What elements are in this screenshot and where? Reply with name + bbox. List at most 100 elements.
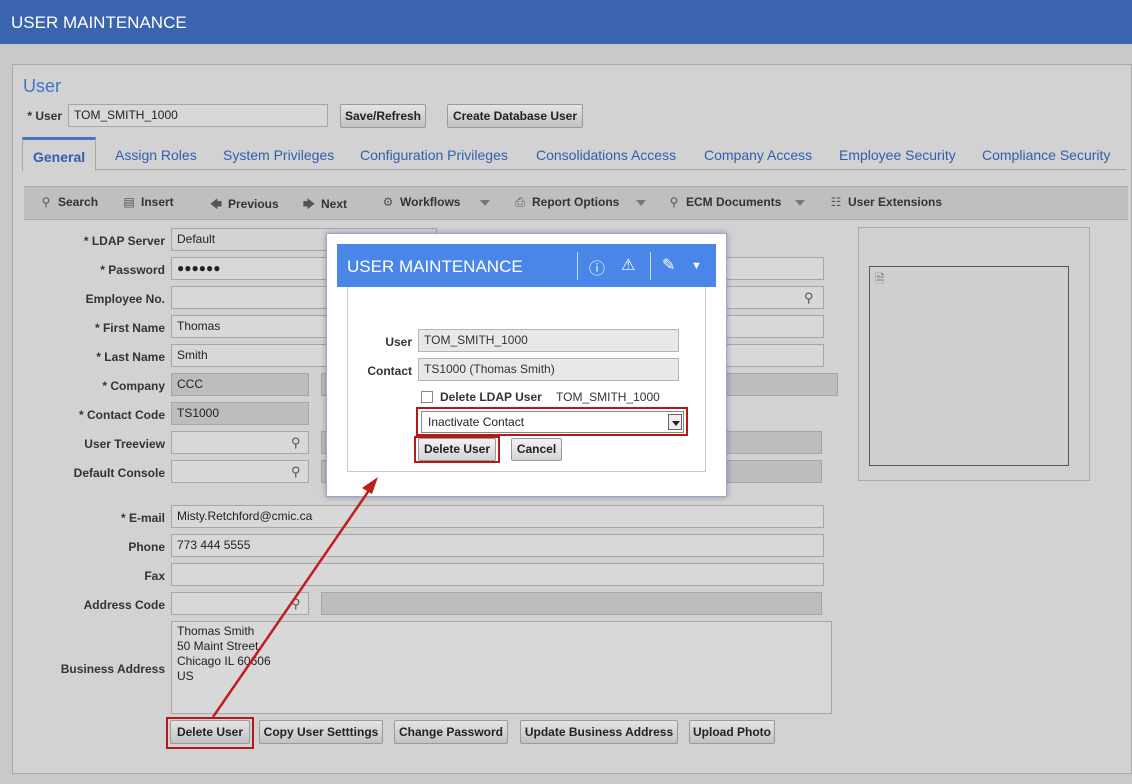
address-code-label: Address Code [83, 598, 165, 612]
default-console-field[interactable] [171, 460, 309, 483]
tab-employee-security[interactable]: Employee Security [839, 147, 956, 163]
employee-search-icon[interactable]: ⚲ [804, 290, 814, 306]
dialog-header-separator [577, 252, 578, 280]
workflows-dropdown-icon[interactable] [480, 200, 490, 206]
toolbar-search[interactable]: ⚲ Search [38, 195, 98, 209]
dialog-header-separator [650, 252, 651, 280]
toolbar-ecm-documents[interactable]: ⚲ ECM Documents [666, 195, 782, 209]
save-refresh-button[interactable]: Save/Refresh [340, 104, 426, 128]
business-address-label: Business Address [60, 662, 165, 676]
last-name-label: * Last Name [96, 350, 165, 364]
delete-ldap-user-checkbox[interactable] [421, 391, 433, 403]
toolbar-workflows[interactable]: ⚙ Workflows [380, 195, 461, 209]
first-name-label: * First Name [94, 321, 165, 335]
update-business-address-button[interactable]: Update Business Address [520, 720, 678, 744]
tab-general[interactable]: General [22, 137, 97, 171]
user-label: * User [27, 109, 62, 123]
fax-field[interactable] [171, 563, 824, 586]
ecm-icon: ⚲ [669, 195, 679, 209]
email-field[interactable]: Misty.Retchford@cmic.ca [171, 505, 824, 528]
toolbar-next-label: Next [321, 197, 348, 211]
toolbar-ecm-documents-label: ECM Documents [686, 195, 782, 209]
contact-code-label: * Contact Code [78, 408, 165, 422]
employee-no-label: Employee No. [85, 292, 165, 306]
ecm-dropdown-icon[interactable] [795, 200, 805, 206]
toolbar-user-extensions[interactable]: ☷ User Extensions [828, 195, 942, 209]
create-database-user-button[interactable]: Create Database User [447, 104, 583, 128]
delete-ldap-user-value: TOM_SMITH_1000 [556, 390, 660, 404]
toolbar-insert[interactable]: ▤ Insert [121, 195, 173, 209]
arrow-right-icon: 🡆 [302, 197, 316, 211]
user-treeview-search-icon[interactable]: ⚲ [291, 435, 301, 451]
address-code-field[interactable] [171, 592, 309, 615]
user-field[interactable]: TOM_SMITH_1000 [68, 104, 328, 127]
dialog-header: USER MAINTENANCE [337, 244, 716, 287]
upload-photo-button[interactable]: Upload Photo [689, 720, 775, 744]
address-line: Chicago IL 60606 [177, 654, 271, 668]
password-label: * Password [100, 263, 165, 277]
address-code-search-icon[interactable]: ⚲ [291, 596, 301, 612]
contact-action-select[interactable]: Inactivate Contact [421, 411, 684, 433]
contact-code-field[interactable]: TS1000 [171, 402, 309, 425]
app-title-bar: USER MAINTENANCE [0, 0, 1132, 44]
arrow-left-icon: 🡄 [209, 197, 223, 211]
toolbar-previous-label: Previous [228, 197, 279, 211]
delete-user-button[interactable]: Delete User [170, 720, 250, 744]
address-line: 50 Maint Street [177, 639, 259, 653]
tab-configuration-privileges[interactable]: Configuration Privileges [360, 147, 508, 163]
toolbar-workflows-label: Workflows [400, 195, 461, 209]
app-title: USER MAINTENANCE [11, 13, 187, 32]
toolbar-report-options[interactable]: ⎙ Report Options [512, 195, 619, 210]
delete-ldap-user-label: Delete LDAP User [440, 390, 542, 404]
user-photo: 🗎 [869, 266, 1069, 466]
toolbar-search-label: Search [58, 195, 99, 209]
dialog-title: USER MAINTENANCE [347, 257, 523, 276]
dialog-user-label: User [385, 335, 412, 349]
toolbar-user-extensions-label: User Extensions [848, 195, 943, 209]
dialog-cancel-button[interactable]: Cancel [511, 438, 562, 461]
dialog-contact-field[interactable]: TS1000 (Thomas Smith) [418, 358, 679, 381]
toolbar-previous[interactable]: 🡄 Previous [208, 195, 279, 216]
search-icon: ⚲ [41, 195, 51, 209]
tab-system-privileges[interactable]: System Privileges [223, 147, 334, 163]
change-password-button[interactable]: Change Password [394, 720, 508, 744]
warning-icon[interactable]: ⚠ [621, 255, 635, 275]
user-treeview-label: User Treeview [84, 437, 165, 451]
contact-action-select-value: Inactivate Contact [428, 415, 525, 429]
gears-icon: ⚙ [382, 195, 394, 209]
email-label: * E-mail [120, 511, 165, 525]
tabs-divider [22, 169, 1126, 170]
business-address-field[interactable]: Thomas Smith 50 Maint Street Chicago IL … [171, 621, 832, 714]
default-console-search-icon[interactable]: ⚲ [291, 464, 301, 480]
tab-compliance-security[interactable]: Compliance Security [982, 147, 1110, 163]
address-line: Thomas Smith [177, 624, 255, 638]
phone-field[interactable]: 773 444 5555 [171, 534, 824, 557]
company-label: * Company [102, 379, 165, 393]
fax-label: Fax [144, 569, 165, 583]
insert-icon: ▤ [123, 195, 135, 209]
phone-label: Phone [128, 540, 165, 554]
company-field[interactable]: CCC [171, 373, 309, 396]
toolbar-report-options-label: Report Options [532, 195, 620, 209]
dialog-delete-user-button[interactable]: Delete User [418, 438, 496, 461]
toolbar-next[interactable]: 🡆 Next [301, 195, 347, 216]
broken-image-icon: 🗎 [875, 272, 885, 286]
dialog-contact-label: Contact [367, 364, 412, 378]
printer-icon: ⎙ [515, 195, 525, 209]
info-icon[interactable]: ⓘ [589, 255, 605, 279]
dialog-menu-chevron-down-icon[interactable]: ▼ [691, 260, 702, 272]
tab-consolidations-access[interactable]: Consolidations Access [536, 147, 676, 163]
address-code-desc-field [321, 592, 822, 615]
default-console-label: Default Console [73, 466, 165, 480]
dialog-user-field[interactable]: TOM_SMITH_1000 [418, 329, 679, 352]
user-treeview-field[interactable] [171, 431, 309, 454]
tab-company-access[interactable]: Company Access [704, 147, 812, 163]
select-chevron-down-icon[interactable] [668, 414, 682, 430]
address-line: US [177, 669, 194, 683]
report-options-dropdown-icon[interactable] [636, 200, 646, 206]
ldap-server-label: * LDAP Server [83, 234, 165, 248]
copy-user-settings-button[interactable]: Copy User Setttings [259, 720, 383, 744]
edit-icon[interactable]: ✎ [662, 255, 675, 275]
tab-assign-roles[interactable]: Assign Roles [115, 147, 197, 163]
hierarchy-icon: ☷ [830, 195, 842, 209]
